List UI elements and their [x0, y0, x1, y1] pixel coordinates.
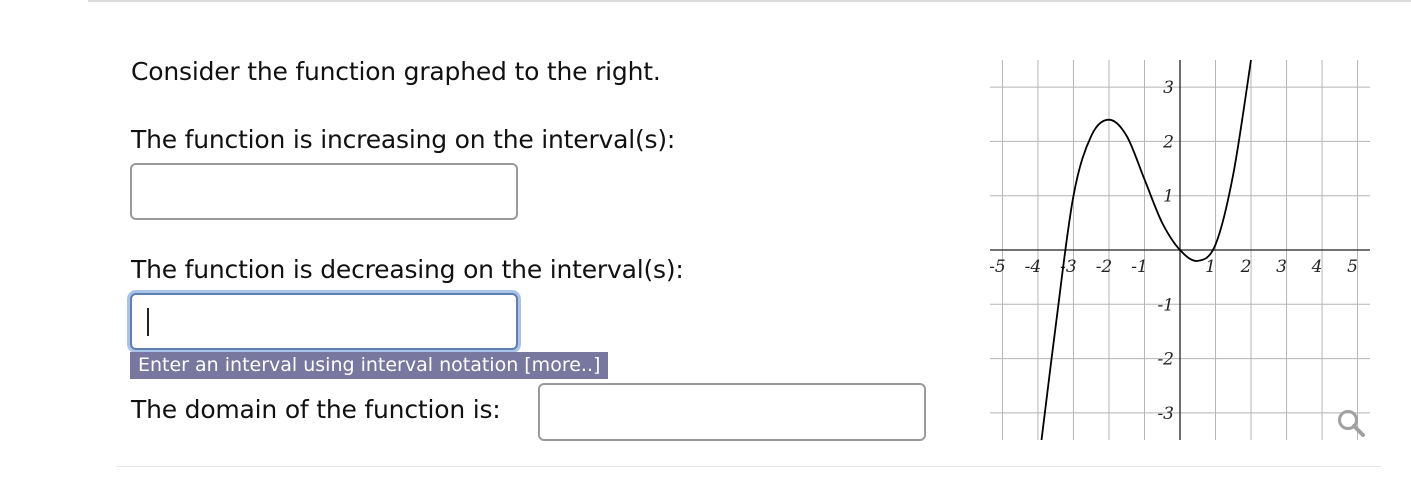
- increasing-interval-input[interactable]: [130, 163, 518, 220]
- x-tick-label: -2: [1096, 257, 1113, 277]
- y-tick-label: 3: [1163, 78, 1174, 98]
- x-tick-label: 3: [1276, 257, 1287, 277]
- x-tick-label: 2: [1240, 257, 1252, 277]
- bottom-divider: [116, 466, 1381, 467]
- y-tick-label: 2: [1162, 132, 1174, 152]
- x-tick-label: -5: [990, 257, 1006, 277]
- domain-input[interactable]: [538, 383, 926, 441]
- x-tick-label: -1: [1131, 257, 1148, 277]
- y-tick-label: -3: [1157, 404, 1174, 424]
- text-caret: [147, 308, 149, 336]
- question-intro: Consider the function graphed to the rig…: [131, 57, 661, 86]
- decreasing-interval-input[interactable]: [130, 293, 518, 350]
- x-tick-label: -4: [1025, 257, 1042, 277]
- interval-notation-hint[interactable]: Enter an interval using interval notatio…: [130, 352, 609, 379]
- y-tick-label: -2: [1157, 350, 1174, 370]
- x-tick-label: 5: [1347, 257, 1358, 277]
- y-tick-label: 1: [1163, 187, 1174, 207]
- increasing-label: The function is increasing on the interv…: [131, 125, 676, 154]
- decreasing-label: The function is decreasing on the interv…: [131, 255, 684, 284]
- domain-label: The domain of the function is:: [131, 395, 501, 424]
- y-tick-label: -1: [1157, 295, 1174, 315]
- top-divider: [88, 0, 1411, 2]
- magnifier-icon[interactable]: [1336, 408, 1366, 438]
- x-tick-label: 4: [1311, 257, 1323, 277]
- x-tick-label: 1: [1205, 257, 1216, 277]
- function-graph: -5 -4 -3 -2 -1 1 2 3 4 5321-1-2-3: [990, 60, 1370, 440]
- graph-tick-labels: -5 -4 -3 -2 -1 1 2 3 4 5321-1-2-3: [990, 78, 1358, 424]
